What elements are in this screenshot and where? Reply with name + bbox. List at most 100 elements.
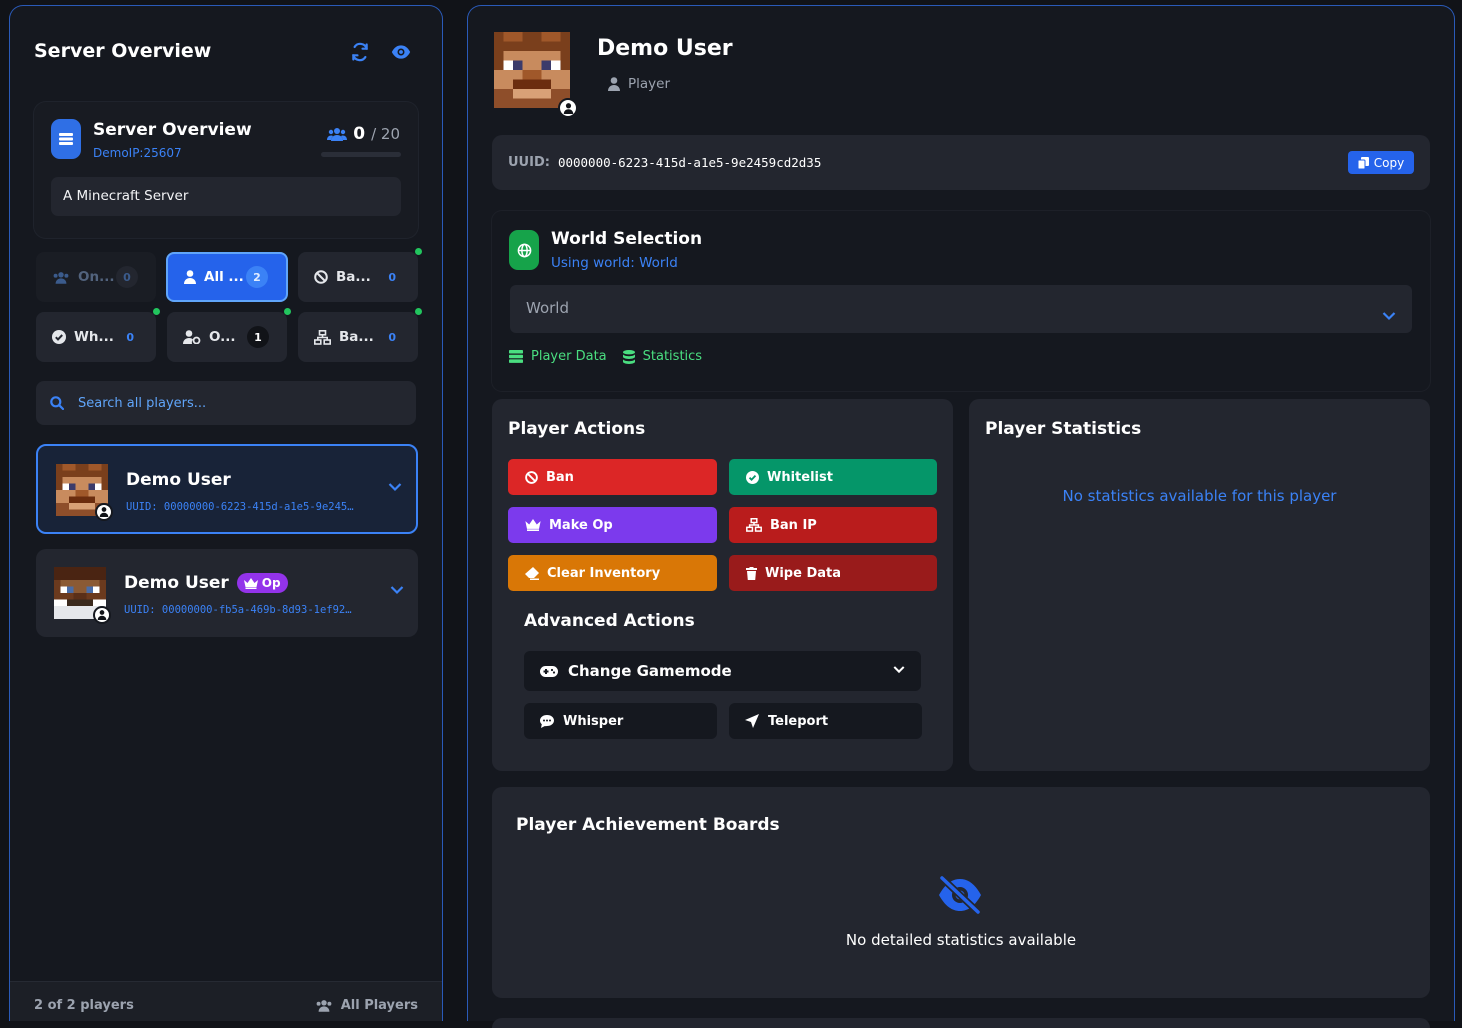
statistics-title: Player Statistics: [985, 419, 1142, 439]
user-badge-icon: [95, 503, 113, 521]
users-icon: [316, 1000, 332, 1012]
gamemode-select[interactable]: Change Gamemode: [524, 651, 921, 691]
check-circle-icon: [52, 330, 66, 344]
uuid-label: UUID:: [508, 155, 550, 170]
search-icon: [50, 396, 64, 410]
player-role: Player: [608, 76, 670, 92]
refresh-icon[interactable]: [350, 42, 370, 62]
server-name: Server Overview: [93, 120, 252, 140]
player-data-link[interactable]: Player Data: [509, 349, 607, 364]
sidebar-panel: Server Overview Server Overview DemoIP:2…: [9, 5, 443, 1021]
ban-icon: [525, 470, 538, 484]
eraser-icon: [525, 566, 539, 580]
database-icon: [622, 349, 635, 364]
player-count-label: 2 of 2 players: [34, 998, 134, 1013]
server-motd: A Minecraft Server: [51, 177, 401, 216]
network-icon: [746, 518, 762, 532]
filter-banned-ip[interactable]: Ba... 0: [298, 308, 422, 362]
op-badge: Op: [236, 573, 288, 593]
server-player-count: 0 / 20: [327, 124, 400, 144]
user-badge-icon: [558, 98, 578, 118]
statistics-empty-message: No statistics available for this player: [1062, 487, 1337, 505]
make-op-button[interactable]: Make Op: [508, 507, 717, 543]
users-icon: [53, 271, 69, 284]
player-name: Demo User: [597, 36, 733, 61]
user-icon: [608, 77, 620, 91]
avatar: [54, 567, 111, 624]
player-uuid: UUID: 00000000-fb5a-469b-8d93-1ef92…: [124, 604, 352, 616]
chevron-down-icon: [1382, 312, 1396, 321]
status-dot: [153, 308, 160, 315]
chevron-down-icon: [893, 666, 905, 674]
next-card-edge: [492, 1018, 1430, 1028]
online-count: 0: [353, 124, 366, 144]
check-circle-icon: [746, 470, 759, 484]
world-select[interactable]: World: [510, 285, 1412, 333]
max-count: / 20: [371, 125, 400, 143]
boards-empty-message: No detailed statistics available: [845, 931, 1077, 949]
player-statistics-card: Player Statistics No statistics availabl…: [969, 399, 1430, 771]
player-card[interactable]: Demo User Op UUID: 00000000-fb5a-469b-8d…: [36, 549, 418, 637]
server-icon: [51, 119, 81, 159]
filter-online[interactable]: On... 0: [36, 252, 156, 302]
crown-icon: [525, 519, 541, 531]
player-name: Demo User: [126, 470, 231, 490]
ban-ip-button[interactable]: Ban IP: [729, 507, 937, 543]
achievement-boards-title: Player Achievement Boards: [516, 815, 780, 835]
uuid-value: 0000000-6223-415d-a1e5-9e2459cd2d35: [557, 155, 822, 170]
eye-icon[interactable]: [391, 42, 411, 62]
status-dot: [284, 308, 291, 315]
player-actions-card: Player Actions Ban Whitelist Make Op Ban…: [492, 399, 953, 771]
advanced-actions-title: Advanced Actions: [524, 611, 695, 631]
status-dot: [415, 308, 422, 315]
teleport-button[interactable]: Teleport: [729, 703, 922, 739]
status-dot: [415, 248, 422, 255]
chevron-down-icon[interactable]: [388, 482, 402, 492]
users-icon: [327, 128, 348, 141]
player-name: Demo User Op: [124, 573, 288, 593]
achievement-boards-card: Player Achievement Boards No detailed st…: [492, 787, 1430, 998]
player-detail-panel: Demo User Player UUID: 0000000-6223-415d…: [467, 5, 1455, 1028]
avatar: [56, 464, 113, 521]
sidebar-footer: 2 of 2 players All Players: [10, 981, 442, 1021]
server-address: DemoIP:25607: [93, 146, 182, 160]
globe-icon: [509, 230, 539, 270]
user-icon: [184, 270, 196, 284]
chevron-down-icon[interactable]: [390, 585, 404, 595]
ban-button[interactable]: Ban: [508, 459, 717, 495]
whisper-button[interactable]: Whisper: [524, 703, 717, 739]
world-title: World Selection: [551, 229, 703, 249]
copy-button[interactable]: Copy: [1348, 151, 1414, 174]
whitelist-button[interactable]: Whitelist: [729, 459, 937, 495]
sidebar-header: Server Overview: [34, 40, 420, 64]
wipe-data-button[interactable]: Wipe Data: [729, 555, 937, 591]
world-data-links: Player Data Statistics: [509, 349, 702, 364]
network-icon: [314, 329, 331, 345]
statistics-link[interactable]: Statistics: [622, 349, 702, 364]
filter-operators[interactable]: O... 1: [167, 308, 291, 362]
user-badge-icon: [93, 606, 111, 624]
filter-all[interactable]: All ... 2: [166, 252, 288, 302]
trash-icon: [746, 566, 757, 580]
filter-banned[interactable]: Ba... 0: [298, 248, 422, 302]
comment-dots-icon: [540, 714, 554, 728]
footer-filter: All Players: [315, 998, 418, 1013]
eye-slash-icon: [938, 875, 982, 915]
world-selection-card: World Selection Using world: World World…: [492, 211, 1430, 391]
player-card[interactable]: Demo User UUID: 00000000-6223-415d-a1e5-…: [36, 444, 418, 534]
search-input[interactable]: [78, 395, 378, 411]
clear-inventory-button[interactable]: Clear Inventory: [508, 555, 717, 591]
player-search[interactable]: [36, 381, 416, 425]
filter-whitelist[interactable]: Wh... 0: [36, 308, 160, 362]
server-icon: [509, 350, 523, 363]
copy-icon: [1357, 156, 1369, 169]
server-card: Server Overview DemoIP:25607 0 / 20 A Mi…: [34, 102, 418, 238]
server-capacity-bar: [321, 152, 401, 157]
actions-title: Player Actions: [508, 419, 646, 439]
uuid-bar: UUID: 0000000-6223-415d-a1e5-9e2459cd2d3…: [492, 135, 1430, 190]
crown-icon: [243, 577, 258, 589]
gamepad-icon: [540, 665, 558, 677]
user-gear-icon: [183, 330, 201, 344]
world-subtitle: Using world: World: [551, 255, 678, 271]
player-uuid: UUID: 00000000-6223-415d-a1e5-9e245…: [126, 501, 354, 513]
